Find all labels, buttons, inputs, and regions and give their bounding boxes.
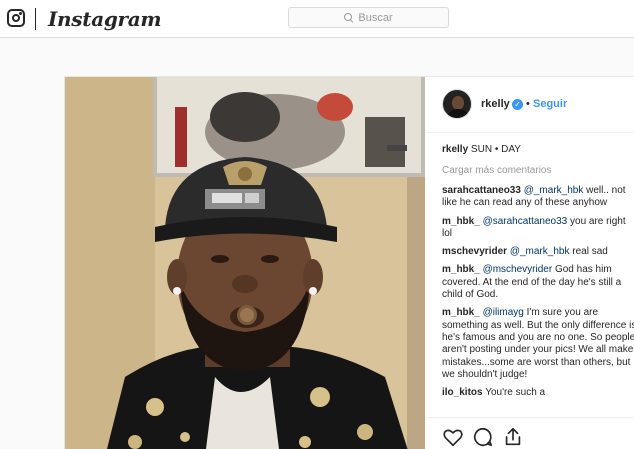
comment-text: You're such a <box>485 387 546 399</box>
comment: ilo_kitos You're such a <box>442 387 634 399</box>
comment-text: real sad <box>572 246 608 258</box>
post-actions <box>426 417 634 449</box>
follow-button[interactable]: Seguir <box>533 98 567 110</box>
top-nav: Instagram Buscar <box>0 0 634 38</box>
post-photo[interactable] <box>65 77 425 449</box>
comment-username[interactable]: m_hbk_ <box>442 264 480 275</box>
search-icon <box>344 13 353 22</box>
avatar[interactable] <box>442 89 472 119</box>
comment-username[interactable]: ilo_kitos <box>442 387 483 398</box>
share-icon[interactable] <box>502 426 524 448</box>
search-input[interactable]: Buscar <box>288 7 449 28</box>
verified-badge-icon: ✓ <box>512 99 523 110</box>
comment-mention[interactable]: @_mark_hbk <box>510 246 570 257</box>
comment: sarahcattaneo33 @_mark_hbk well.. not li… <box>442 185 634 210</box>
caption-username[interactable]: rkelly <box>442 144 468 155</box>
comment-mention[interactable]: @_mark_hbk <box>524 185 584 196</box>
comment-username[interactable]: sarahcattaneo33 <box>442 185 521 196</box>
post-username[interactable]: rkelly <box>481 98 510 110</box>
comment-mention[interactable]: @mschevyrider <box>483 264 553 275</box>
comment-username[interactable]: m_hbk_ <box>442 216 480 227</box>
comment-username[interactable]: mschevyrider <box>442 246 507 257</box>
post-header: rkelly ✓ • Seguir <box>426 77 634 133</box>
instagram-wordmark[interactable]: Instagram <box>48 7 162 31</box>
comment-mention[interactable]: @sarahcattaneo33 <box>483 216 568 227</box>
instagram-glyph-icon[interactable] <box>7 9 25 27</box>
comment-mention[interactable]: @ilimayg <box>483 307 524 318</box>
load-more-comments[interactable]: Cargar más comentarios <box>442 165 634 176</box>
comment-username[interactable]: m_hbk_ <box>442 307 480 318</box>
header-separator: • <box>526 98 530 110</box>
comment-icon[interactable] <box>472 426 494 448</box>
comment: m_hbk_ @ilimayg I'm sure you are somethi… <box>442 307 634 381</box>
caption-text: SUN • DAY <box>470 144 521 155</box>
comment: m_hbk_ @sarahcattaneo33 you are right lo… <box>442 216 634 241</box>
comments-list[interactable]: rkelly SUN • DAY Cargar más comentarios … <box>442 143 634 413</box>
search-placeholder: Buscar <box>358 11 393 24</box>
comment: m_hbk_ @mschevyrider God has him covered… <box>442 264 634 301</box>
comment: mschevyrider @_mark_hbk real sad <box>442 246 634 258</box>
post-sidebar: rkelly ✓ • Seguir rkelly SUN • DAY Carga… <box>426 77 634 449</box>
heart-icon[interactable] <box>442 426 464 448</box>
post-card: rkelly ✓ • Seguir rkelly SUN • DAY Carga… <box>64 76 634 449</box>
post-caption: rkelly SUN • DAY <box>442 143 634 156</box>
nav-divider <box>35 8 36 30</box>
